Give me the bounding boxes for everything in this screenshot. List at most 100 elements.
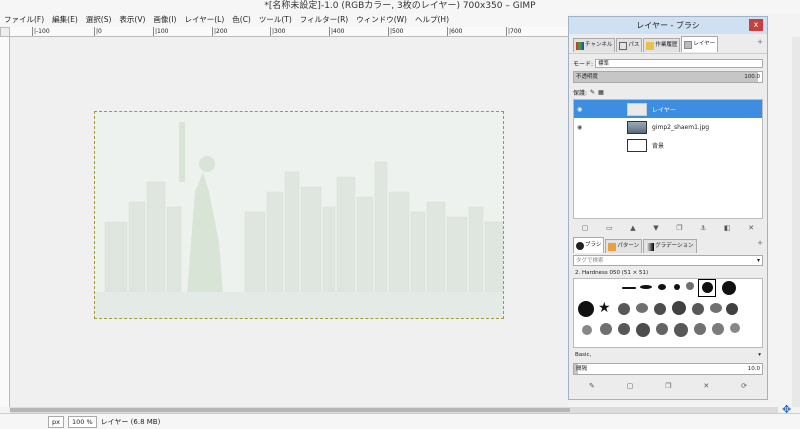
brush-swatch[interactable]	[578, 301, 594, 317]
brush-icon	[576, 241, 584, 250]
menu-view[interactable]: 表示(V)	[115, 13, 149, 27]
chevron-down-icon[interactable]: ▾	[757, 256, 760, 266]
lower-layer-icon[interactable]: ▼	[653, 224, 658, 232]
brush-swatch[interactable]	[618, 303, 630, 315]
brush-swatch[interactable]	[694, 323, 706, 335]
anchor-layer-icon[interactable]: ⚓	[700, 224, 706, 232]
horizontal-ruler[interactable]: |-100 |0 |100 |200 |300 |400 |500 |600 |…	[10, 27, 568, 37]
ruler-corner[interactable]	[0, 27, 10, 37]
layer-row[interactable]: ◉ gimp2_shaem1.jpg	[574, 118, 762, 136]
brush-swatch[interactable]	[622, 287, 636, 289]
chevron-down-icon[interactable]: ▾	[758, 350, 761, 361]
tab-gradients[interactable]: グラデーション	[643, 239, 697, 253]
brush-swatch[interactable]	[600, 323, 612, 335]
new-layer-icon[interactable]: ▢	[582, 224, 589, 232]
star-brush-icon[interactable]: ★	[598, 301, 612, 315]
brush-swatch[interactable]	[730, 323, 740, 333]
dock-menu-button[interactable]: +	[757, 239, 763, 247]
duplicate-brush-icon[interactable]: ❐	[665, 382, 671, 390]
lock-pixels-icon[interactable]: ✎	[590, 89, 595, 96]
tab-patterns[interactable]: パターン	[605, 239, 643, 253]
menu-windows[interactable]: ウィンドウ(W)	[352, 13, 411, 27]
brush-swatch[interactable]	[702, 282, 713, 293]
brush-swatch[interactable]	[722, 281, 736, 295]
menu-image[interactable]: 画像(I)	[149, 13, 180, 27]
brush-swatch[interactable]	[654, 303, 666, 315]
history-icon	[646, 41, 655, 50]
layer-row[interactable]: ◉ 背景	[574, 136, 762, 154]
vertical-scrollbar[interactable]	[792, 37, 800, 407]
faded-city-photo	[95, 112, 503, 318]
brush-swatch[interactable]	[686, 282, 694, 290]
layer-thumbnail	[627, 102, 647, 116]
brush-swatch[interactable]	[674, 323, 688, 337]
channels-icon	[576, 41, 584, 50]
divider	[569, 53, 767, 54]
delete-brush-icon[interactable]: ✕	[703, 382, 709, 390]
brush-swatch[interactable]	[674, 284, 680, 290]
menu-help[interactable]: ヘルプ(H)	[411, 13, 453, 27]
ruler-tick: |0	[94, 27, 102, 36]
close-button[interactable]: x	[749, 19, 763, 31]
refresh-brushes-icon[interactable]: ⟳	[741, 382, 747, 390]
duplicate-layer-icon[interactable]: ❐	[676, 224, 682, 232]
brush-swatch[interactable]	[656, 323, 668, 335]
brush-preset-select[interactable]: Basic, ▾	[573, 350, 763, 361]
brush-swatch[interactable]	[582, 325, 592, 335]
brush-swatch[interactable]	[636, 303, 648, 313]
brush-swatch[interactable]	[726, 303, 738, 315]
tab-channels[interactable]: チャンネル	[573, 38, 616, 52]
new-brush-icon[interactable]: ▢	[627, 382, 634, 390]
tab-label: レイヤー	[693, 41, 716, 47]
ruler-tick: |400	[329, 27, 345, 36]
zoom-select[interactable]: 100 %	[67, 415, 97, 428]
tab-label: 作業履歴	[655, 42, 678, 48]
brush-actions: ✎ ▢ ❐ ✕ ⟳	[573, 379, 763, 392]
visibility-eye-icon[interactable]: ◉	[577, 106, 587, 113]
lock-alpha-icon[interactable]: ▦	[598, 89, 604, 96]
opacity-slider[interactable]: 不透明度 100.0	[573, 71, 763, 83]
layer-actions: ▢ ▭ ▲ ▼ ❐ ⚓ ◧ ✕	[573, 221, 763, 235]
menu-select[interactable]: 選択(S)	[82, 13, 116, 27]
tab-label: パターン	[617, 243, 640, 249]
vertical-ruler[interactable]	[0, 37, 10, 407]
menu-layer[interactable]: レイヤー(L)	[180, 13, 228, 27]
dock-tabs: チャンネル パス 作業履歴 レイヤー +	[569, 36, 767, 52]
visibility-eye-icon[interactable]: ◉	[577, 124, 587, 131]
menu-edit[interactable]: 編集(E)	[48, 13, 82, 27]
image-canvas[interactable]	[94, 111, 504, 319]
tab-layers[interactable]: レイヤー	[681, 36, 719, 52]
window-title: *[名称未設定]-1.0 (RGBカラー, 3枚のレイヤー) 700x350 –…	[0, 0, 800, 13]
tag-search-input[interactable]: タグで検索 ▾	[573, 255, 763, 266]
brush-swatch[interactable]	[672, 301, 686, 315]
raise-layer-icon[interactable]: ▲	[630, 224, 635, 232]
brush-swatch[interactable]	[658, 284, 666, 290]
brush-swatch[interactable]	[692, 303, 704, 315]
edit-brush-icon[interactable]: ✎	[589, 382, 595, 390]
tab-paths[interactable]: パス	[616, 38, 643, 52]
layer-row[interactable]: ◉ レイヤー	[574, 100, 762, 118]
brush-grid[interactable]: ★	[573, 278, 763, 348]
brush-swatch[interactable]	[618, 323, 630, 335]
delete-layer-icon[interactable]: ✕	[748, 224, 754, 232]
brush-tabs: ブラシ パターン グラデーション +	[569, 237, 767, 253]
spacing-slider[interactable]: 間隔 10.0	[573, 363, 763, 375]
menu-color[interactable]: 色(C)	[228, 13, 255, 27]
brush-swatch[interactable]	[640, 285, 652, 289]
mode-select[interactable]: 標準	[595, 58, 763, 68]
brush-swatch[interactable]	[636, 323, 650, 337]
tab-brushes[interactable]: ブラシ	[573, 237, 605, 253]
menu-tools[interactable]: ツール(T)	[255, 13, 296, 27]
menu-file[interactable]: ファイル(F)	[0, 13, 48, 27]
dock-menu-button[interactable]: +	[757, 38, 763, 46]
unit-select[interactable]: px	[48, 415, 64, 428]
brush-swatch[interactable]	[710, 303, 722, 313]
new-group-icon[interactable]: ▭	[606, 224, 613, 232]
menu-filters[interactable]: フィルター(R)	[296, 13, 352, 27]
layers-brushes-dock: レイヤー - ブラシ x チャンネル パス 作業履歴 レイヤー + モード: 標…	[568, 16, 768, 400]
brush-swatch[interactable]	[712, 323, 724, 335]
canvas-area[interactable]	[10, 37, 568, 407]
scrollbar-thumb[interactable]	[10, 408, 570, 412]
tab-history[interactable]: 作業履歴	[643, 38, 681, 52]
mask-layer-icon[interactable]: ◧	[724, 224, 731, 232]
